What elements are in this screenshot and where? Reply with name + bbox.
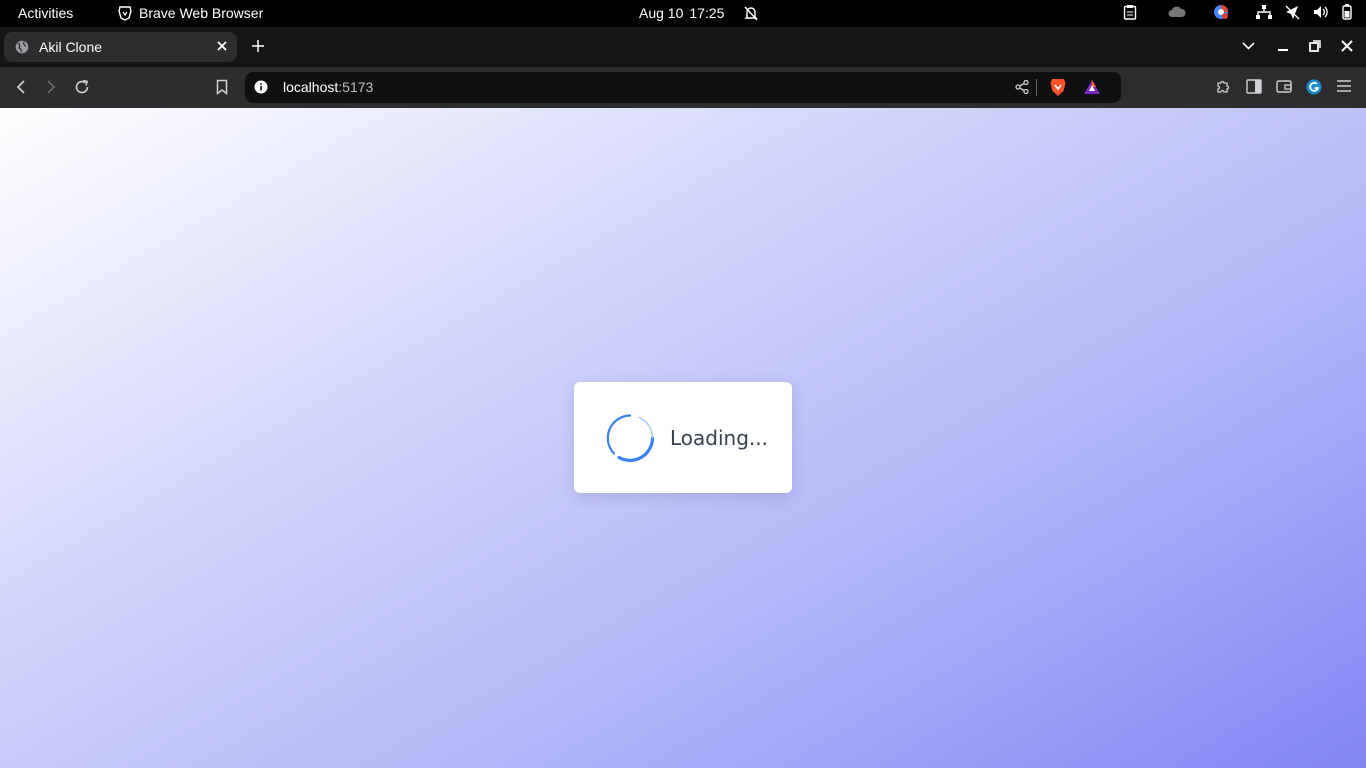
clock-time: 17:25 [689,5,725,21]
address-bar-divider [1036,79,1037,96]
clock[interactable]: Aug 10 17:25 [639,5,759,21]
url-text[interactable]: localhost:5173 [283,79,373,95]
loading-card: Loading... [574,382,792,493]
close-window-icon[interactable] [1341,40,1353,52]
bookmark-icon[interactable] [216,79,228,95]
minimize-icon[interactable] [1277,40,1289,52]
system-tray[interactable] [1123,4,1352,20]
airplane-mode-icon [1285,5,1300,19]
sidebar-toggle-icon[interactable] [1246,79,1262,94]
brave-shields-icon[interactable] [1050,78,1066,97]
tab-title: Akil Clone [39,39,103,55]
site-info-icon[interactable] [254,80,268,94]
brave-lion-icon [118,5,132,21]
close-tab-icon[interactable] [216,40,228,52]
clipboard-icon [1123,5,1137,20]
forward-icon[interactable] [44,79,58,95]
address-bar[interactable]: localhost:5173 [245,72,1121,103]
activities-button[interactable]: Activities [18,5,73,21]
system-top-bar: Activities Brave Web Browser Aug 10 17:2… [0,0,1366,27]
loading-text: Loading... [670,426,768,450]
tab-strip: Akil Clone [0,27,1366,67]
extensions-icon[interactable] [1215,79,1231,95]
battery-icon [1342,4,1352,20]
clock-date: Aug 10 [639,5,684,21]
volume-icon [1314,6,1328,18]
brave-rewards-icon[interactable] [1083,79,1101,95]
tab-akil-clone[interactable]: Akil Clone [4,32,237,62]
url-port: :5173 [338,79,374,95]
page-viewport: Loading... [0,108,1366,768]
loading-spinner-icon [606,414,654,462]
tab-search-chevron-icon[interactable] [1242,40,1255,52]
notifications-off-icon [744,6,759,20]
new-tab-icon[interactable] [251,39,265,53]
cloud-icon [1168,6,1186,17]
globe-icon [15,40,29,54]
menu-icon[interactable] [1336,79,1352,93]
chrome-remote-icon [1214,5,1228,19]
url-host: localhost [283,79,339,95]
grammarly-icon[interactable] [1306,79,1322,95]
app-menu[interactable]: Brave Web Browser [118,5,263,21]
wallet-icon[interactable] [1276,79,1292,94]
share-icon[interactable] [1015,80,1029,94]
network-icon [1256,5,1272,19]
browser-toolbar: localhost:5173 [0,67,1366,108]
app-name: Brave Web Browser [139,5,264,21]
back-icon[interactable] [14,79,28,95]
restore-icon[interactable] [1309,40,1321,52]
reload-icon[interactable] [74,79,90,95]
